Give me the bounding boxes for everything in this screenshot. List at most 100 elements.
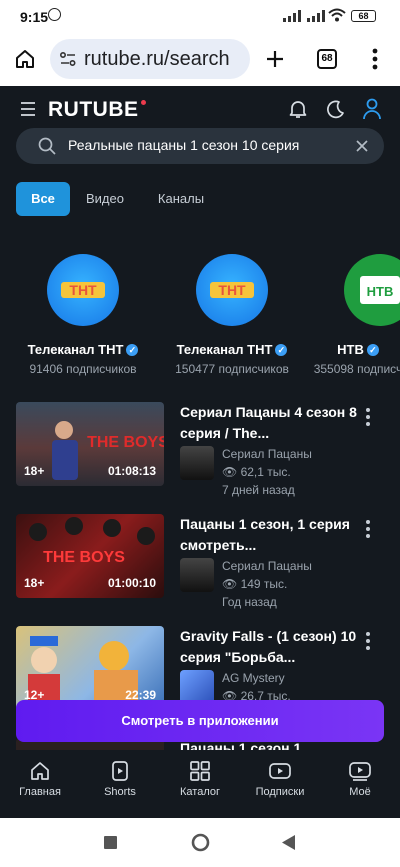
channel-logo-text: ТНТ xyxy=(69,282,97,298)
dark-mode-moon-icon[interactable] xyxy=(325,99,345,119)
status-time: 9:15 xyxy=(20,9,49,25)
home-icon xyxy=(31,762,49,780)
tnt-logo-icon: ТНТ xyxy=(210,282,254,298)
filter-tab-video[interactable]: Видео xyxy=(76,182,134,216)
channel-name[interactable]: Сериал Пацаны xyxy=(222,447,312,461)
verified-badge-icon: ✓ xyxy=(366,344,379,356)
user-profile-icon[interactable] xyxy=(362,98,382,120)
new-tab-icon[interactable] xyxy=(265,49,285,69)
url-text: rutube.ru/search xyxy=(84,48,230,70)
catalog-icon xyxy=(190,761,210,781)
home-button-icon[interactable] xyxy=(191,833,210,852)
channel-subscribers: 355098 подписч xyxy=(313,362,400,376)
browser-toolbar: rutube.ru/search 68 xyxy=(0,34,400,86)
channel-name-text: Телеканал ТНТ xyxy=(27,342,124,357)
video-thumbnail[interactable]: THE BOYS 18+ 01:08:13 xyxy=(16,402,164,486)
whatsapp-notification-icon xyxy=(48,8,61,21)
video-options-icon[interactable] xyxy=(362,408,374,430)
channel-avatar[interactable] xyxy=(180,670,214,704)
search-input[interactable]: Реальные пацаны 1 сезон 10 серия xyxy=(16,128,384,164)
filter-tab-channels[interactable]: Каналы xyxy=(146,182,216,216)
search-query: Реальные пацаны 1 сезон 10 серия xyxy=(68,137,300,153)
eye-icon: 👁 xyxy=(222,465,241,479)
app-header: RUTUBE xyxy=(0,86,400,134)
nav-item-my[interactable]: Моё xyxy=(320,750,400,818)
nav-label: Подписки xyxy=(255,786,305,798)
video-result[interactable]: THE BOYS 18+ 01:08:13 Сериал Пацаны 4 се… xyxy=(0,402,400,502)
tnt-logo-icon: ТНТ xyxy=(61,282,105,298)
eye-icon: 👁 xyxy=(222,577,241,591)
channel-subscribers: 91406 подписчиков xyxy=(29,362,137,376)
recent-apps-icon[interactable] xyxy=(104,836,117,849)
video-thumbnail[interactable]: 12+ 22:39 xyxy=(16,626,164,710)
nav-item-catalog[interactable]: Каталог xyxy=(160,750,240,818)
search-icon xyxy=(38,137,56,155)
nav-label: Shorts xyxy=(104,786,136,798)
subscriptions-icon xyxy=(269,763,291,779)
back-icon[interactable] xyxy=(282,835,296,850)
clear-search-icon[interactable] xyxy=(356,140,368,152)
publish-time: 7 дней назад xyxy=(222,483,295,497)
nav-item-shorts[interactable]: Shorts xyxy=(80,750,160,818)
battery-icon: 68 xyxy=(351,10,376,22)
channel-name-text: Телеканал ТНТ xyxy=(176,342,273,357)
verified-badge-icon: ✓ xyxy=(126,344,139,356)
nav-item-home[interactable]: Главная xyxy=(0,750,80,818)
channel-logo-text: ТНТ xyxy=(218,282,246,298)
channel-avatar: ТНТ xyxy=(47,254,119,326)
my-icon xyxy=(349,762,371,781)
thumbnail-title-text: THE BOYS xyxy=(87,434,164,451)
channel-avatar: НТВ xyxy=(344,254,400,326)
age-rating: 18+ xyxy=(24,464,45,478)
shorts-icon xyxy=(112,761,128,781)
channel-avatar[interactable] xyxy=(180,558,214,592)
filter-tab-all[interactable]: Все xyxy=(16,182,70,216)
video-result[interactable]: THE BOYS 18+ 01:00:10 Пацаны 1 сезон, 1 … xyxy=(0,514,400,614)
site-settings-icon[interactable] xyxy=(60,52,76,66)
video-duration: 01:08:13 xyxy=(107,464,156,478)
tab-switcher-button[interactable]: 68 xyxy=(317,49,337,69)
bottom-navigation: Главная Shorts Каталог Подписки Моё xyxy=(0,750,400,818)
status-bar: 9:15 68 xyxy=(0,0,400,34)
channel-name[interactable]: AG Mystery xyxy=(222,671,285,685)
system-navigation-bar xyxy=(0,818,400,867)
nav-item-subscriptions[interactable]: Подписки xyxy=(240,750,320,818)
channel-name: НТВ ✓ xyxy=(278,342,400,357)
video-title[interactable]: Gravity Falls - (1 сезон) 10 серия "Борь… xyxy=(180,626,360,668)
video-title[interactable]: Сериал Пацаны 4 сезон 8 серия / The... xyxy=(180,402,360,444)
more-menu-icon[interactable] xyxy=(372,48,378,70)
signal-icon xyxy=(283,10,301,22)
video-title[interactable]: Пацаны 1 сезон, 1 серия смотреть... xyxy=(180,514,360,556)
rutube-logo[interactable]: RUTUBE xyxy=(48,98,146,122)
home-icon[interactable] xyxy=(14,48,36,70)
ntv-logo-icon: НТВ xyxy=(360,276,400,304)
video-options-icon[interactable] xyxy=(362,632,374,654)
view-count-value: 62,1 тыс. xyxy=(240,465,291,479)
logo-dot xyxy=(140,100,146,105)
signal-icon xyxy=(307,10,325,22)
menu-icon[interactable] xyxy=(20,102,36,116)
open-in-app-button[interactable]: Смотреть в приложении xyxy=(16,700,384,742)
view-count: 👁 62,1 тыс. xyxy=(222,465,291,479)
channel-name-text: НТВ xyxy=(337,342,364,357)
channel-avatar: ТНТ xyxy=(196,254,268,326)
channel-name: Телеканал ТНТ ✓ xyxy=(3,342,163,357)
view-count-value: 149 тыс. xyxy=(240,577,288,591)
nav-label: Каталог xyxy=(180,786,220,798)
channel-logo-text: НТВ xyxy=(367,284,394,299)
rutube-page: RUTUBE Реальные пацаны 1 сезон 10 серия … xyxy=(0,86,400,818)
channel-name[interactable]: Сериал Пацаны xyxy=(222,559,312,573)
notifications-bell-icon[interactable] xyxy=(289,99,307,119)
wifi-icon xyxy=(328,8,346,22)
publish-time: Год назад xyxy=(222,595,277,609)
view-count: 👁 149 тыс. xyxy=(222,577,287,591)
address-bar[interactable]: rutube.ru/search xyxy=(50,39,250,79)
nav-label: Главная xyxy=(19,786,61,798)
nav-label: Моё xyxy=(349,786,371,798)
video-thumbnail[interactable]: THE BOYS 18+ 01:00:10 xyxy=(16,514,164,598)
thumbnail-title-text: THE BOYS xyxy=(43,549,125,566)
channel-avatar[interactable] xyxy=(180,446,214,480)
video-options-icon[interactable] xyxy=(362,520,374,542)
age-rating: 18+ xyxy=(24,576,45,590)
video-duration: 01:00:10 xyxy=(107,576,156,590)
